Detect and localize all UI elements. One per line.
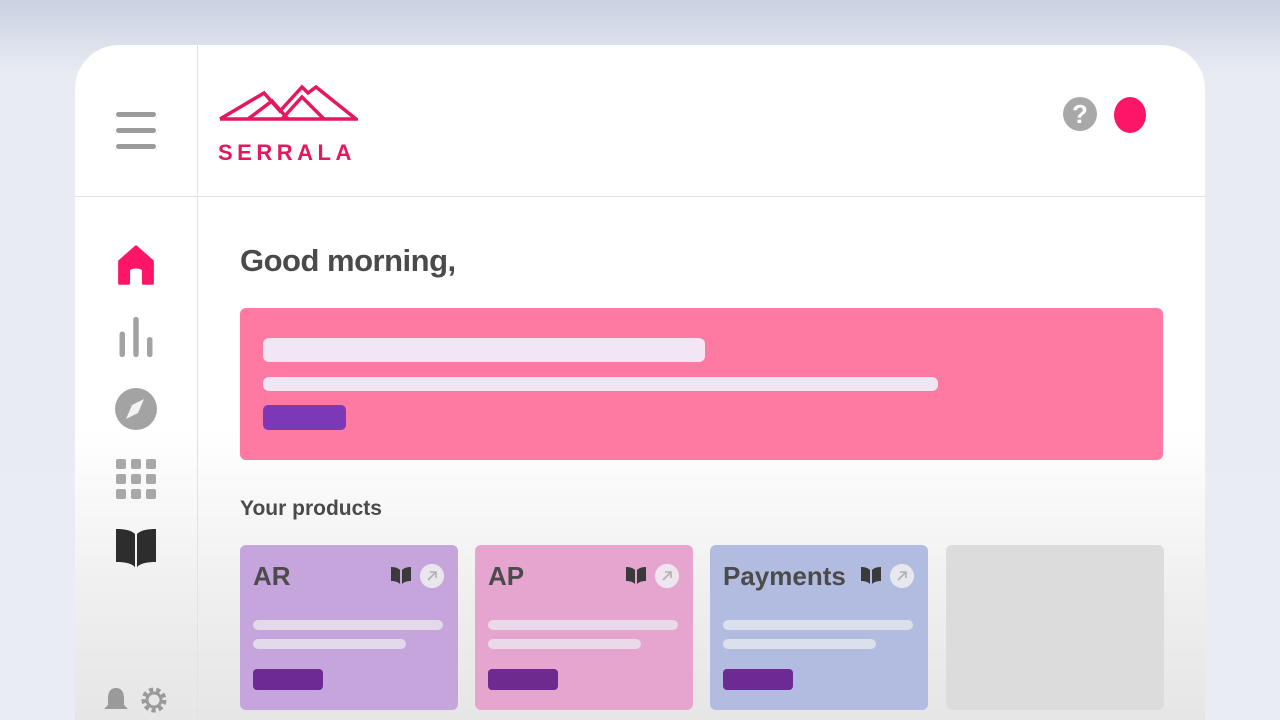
promo-banner — [240, 308, 1163, 460]
card-text-placeholder — [723, 620, 913, 630]
app-window: SERRALA ? Good morning, Your products AR… — [75, 45, 1205, 720]
card-text-placeholder — [723, 639, 876, 649]
product-card-placeholder — [946, 545, 1164, 710]
help-button[interactable]: ? — [1063, 97, 1097, 131]
product-card-title: AP — [488, 561, 525, 591]
menu-line — [116, 112, 156, 117]
open-external-icon[interactable] — [420, 564, 444, 588]
book-icon[interactable] — [390, 565, 412, 585]
card-action-button[interactable] — [723, 669, 793, 690]
banner-text-placeholder — [263, 377, 938, 391]
compass-icon[interactable] — [114, 387, 158, 431]
greeting-title: Good morning, — [240, 243, 456, 278]
open-external-icon[interactable] — [890, 564, 914, 588]
card-text-placeholder — [253, 639, 406, 649]
home-icon[interactable] — [114, 243, 158, 287]
card-action-button[interactable] — [488, 669, 558, 690]
bell-icon[interactable] — [101, 685, 131, 715]
menu-line — [116, 128, 156, 133]
open-external-icon[interactable] — [655, 564, 679, 588]
banner-headline-placeholder — [263, 338, 705, 362]
book-icon[interactable] — [625, 565, 647, 585]
book-icon[interactable] — [114, 525, 158, 569]
bar-chart-icon[interactable] — [114, 315, 158, 359]
products-section-title: Your products — [240, 497, 382, 520]
book-icon[interactable] — [860, 565, 882, 585]
menu-line — [116, 144, 156, 149]
product-card-title: AR — [253, 561, 291, 591]
menu-button[interactable] — [116, 112, 156, 149]
card-text-placeholder — [488, 639, 641, 649]
banner-cta-button[interactable] — [263, 405, 346, 430]
product-card-payments[interactable]: Payments — [710, 545, 928, 710]
card-text-placeholder — [253, 620, 443, 630]
card-text-placeholder — [488, 620, 678, 630]
gear-icon[interactable] — [139, 685, 169, 715]
product-card-ap[interactable]: AP — [475, 545, 693, 710]
product-card-title: Payments — [723, 561, 846, 591]
apps-grid-icon[interactable] — [114, 457, 158, 501]
brand-name: SERRALA — [218, 140, 356, 165]
card-action-button[interactable] — [253, 669, 323, 690]
avatar[interactable] — [1114, 97, 1146, 133]
product-card-ar[interactable]: AR — [240, 545, 458, 710]
